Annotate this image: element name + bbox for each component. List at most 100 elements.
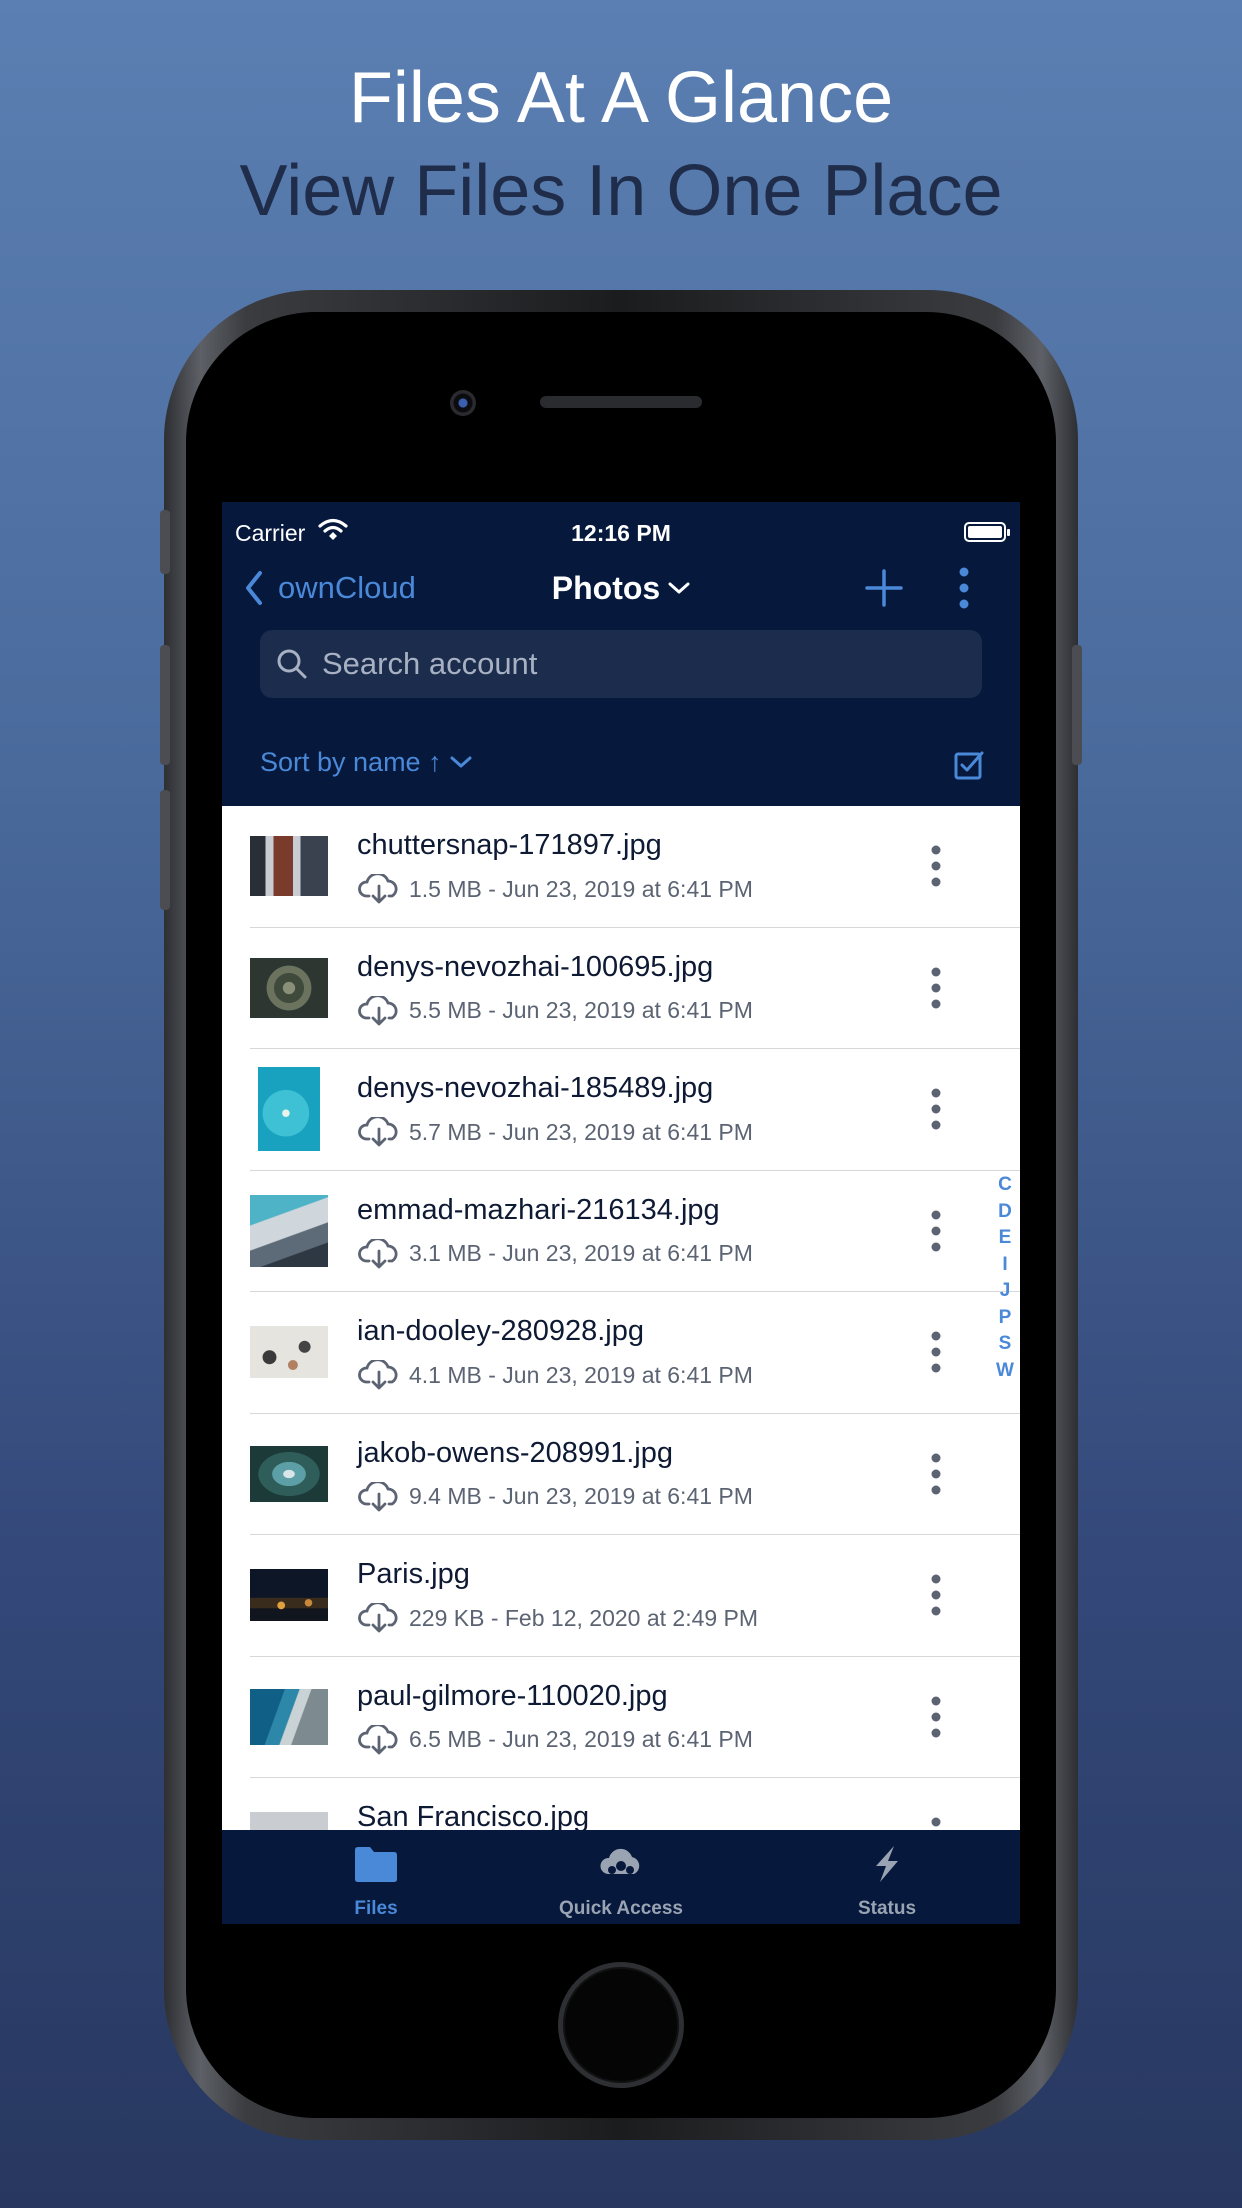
index-letter[interactable]: W [992,1358,1018,1385]
power-button [1072,645,1082,765]
home-button[interactable] [558,1962,684,2088]
file-thumbnail [250,1569,328,1621]
more-vertical-icon [931,845,941,887]
file-thumbnail [250,1688,328,1745]
index-letter[interactable]: D [992,1199,1018,1226]
file-row[interactable]: jakob-owens-208991.jpg 9.4 MB - Jun 23, … [222,1414,1020,1535]
file-actions-button[interactable] [926,1209,946,1258]
file-meta: 3.1 MB - Jun 23, 2019 at 6:41 PM [357,1238,753,1269]
tab-bar: Files Quick Access Status [222,1830,1020,1924]
volume-down-button [160,790,170,910]
file-actions-button[interactable] [926,966,946,1015]
file-meta: 5.7 MB - Jun 23, 2019 at 6:41 PM [357,1117,753,1147]
file-row[interactable]: emmad-mazhari-216134.jpg 3.1 MB - Jun 23… [222,1171,1020,1292]
file-name: ian-dooley-280928.jpg [357,1315,644,1347]
cloud-download-icon [358,1481,398,1511]
file-row[interactable]: denys-nevozhai-185489.jpg 5.7 MB - Jun 2… [222,1049,1020,1171]
checkbox-icon [954,751,984,780]
file-thumbnail [250,1194,328,1267]
file-name: Paris.jpg [357,1558,470,1590]
lightning-icon [876,1846,898,1882]
file-meta: 1.5 MB - Jun 23, 2019 at 6:41 PM [357,874,753,904]
search-input[interactable]: Search account [260,630,982,698]
file-meta: 6.5 MB - Jun 23, 2019 at 6:41 PM [357,1724,753,1755]
cloud-download-icon [358,1724,398,1754]
more-vertical-icon [931,967,941,1008]
file-actions-button[interactable] [926,1330,946,1379]
sort-button[interactable]: Sort by name ↑ [260,742,472,782]
more-vertical-icon [959,567,969,609]
index-letter[interactable]: I [992,1252,1018,1279]
more-vertical-icon [931,1453,941,1494]
file-list: chuttersnap-171897.jpg 1.5 MB - Jun 23, … [222,806,1020,1900]
file-name: denys-nevozhai-185489.jpg [357,1072,714,1104]
more-vertical-icon [931,1210,941,1251]
folder-icon [355,1847,397,1882]
file-row[interactable]: denys-nevozhai-100695.jpg 5.5 MB - Jun 2… [222,928,1020,1049]
more-vertical-icon [931,1088,941,1130]
file-meta: 9.4 MB - Jun 23, 2019 at 6:41 PM [357,1481,753,1512]
file-size-date: 1.5 MB - Jun 23, 2019 at 6:41 PM [409,875,753,902]
file-size-date: 3.1 MB - Jun 23, 2019 at 6:41 PM [409,1240,753,1266]
file-actions-button[interactable] [926,844,946,893]
file-size-date: 9.4 MB - Jun 23, 2019 at 6:41 PM [409,1483,753,1509]
index-letter[interactable]: S [992,1331,1018,1358]
file-size-date: 6.5 MB - Jun 23, 2019 at 6:41 PM [409,1726,753,1752]
index-letter[interactable]: J [992,1278,1018,1305]
file-name: jakob-owens-208991.jpg [357,1436,673,1469]
select-items-button[interactable] [954,750,984,785]
clock: 12:16 PM [571,520,671,546]
cloud-icon [600,1848,640,1874]
file-size-date: 229 KB - Feb 12, 2020 at 2:49 PM [409,1604,759,1631]
add-button[interactable] [862,566,906,615]
plus-icon [865,569,903,607]
index-letter[interactable]: E [992,1225,1018,1252]
file-row[interactable]: ian-dooley-280928.jpg 4.1 MB - Jun 23, 2… [222,1292,1020,1414]
file-meta: 229 KB - Feb 12, 2020 at 2:49 PM [357,1603,758,1633]
cloud-download-icon [358,1603,398,1633]
file-size-date: 4.1 MB - Jun 23, 2019 at 6:41 PM [409,1361,753,1388]
file-row[interactable]: paul-gilmore-110020.jpg 6.5 MB - Jun 23,… [222,1657,1020,1778]
file-row[interactable]: chuttersnap-171897.jpg 1.5 MB - Jun 23, … [222,806,1020,928]
tab-status-label: Status [857,1898,917,1919]
sort-label: Sort by name ↑ [260,746,442,777]
cloud-download-icon [358,1238,398,1268]
index-letter[interactable]: P [992,1305,1018,1332]
file-thumbnail [250,1326,328,1378]
file-name: emmad-mazhari-216134.jpg [357,1193,720,1226]
search-icon [277,649,307,679]
file-size-date: 5.7 MB - Jun 23, 2019 at 6:41 PM [409,1118,753,1145]
more-options-button[interactable] [954,566,974,615]
more-vertical-icon [931,1331,941,1373]
tab-files[interactable]: Files [276,1830,476,1924]
file-meta: 5.5 MB - Jun 23, 2019 at 6:41 PM [357,995,753,1026]
section-index[interactable]: C D E I J P S W [992,1172,1018,1384]
file-name: paul-gilmore-110020.jpg [357,1679,668,1712]
status-bar: Carrier 12:16 PM [222,510,1020,550]
file-thumbnail [250,957,328,1018]
file-actions-button[interactable] [926,1452,946,1501]
file-actions-button[interactable] [926,1695,946,1744]
file-actions-button[interactable] [926,1087,946,1136]
chevron-down-icon [450,756,472,768]
file-name: denys-nevozhai-100695.jpg [357,950,714,983]
mute-switch [160,510,170,574]
file-actions-button[interactable] [926,1573,946,1622]
tab-status[interactable]: Status [787,1830,987,1924]
file-meta: 4.1 MB - Jun 23, 2019 at 6:41 PM [357,1360,753,1390]
file-thumbnail [250,836,328,896]
headline-subtitle: View Files In One Place [239,151,1003,231]
tab-quick-access[interactable]: Quick Access [521,1830,721,1924]
file-thumbnail [258,1067,320,1151]
earpiece-speaker [540,396,702,408]
cloud-download-icon [358,1360,398,1390]
tab-files-label: Files [354,1898,398,1919]
front-camera [450,390,476,416]
file-size-date: 5.5 MB - Jun 23, 2019 at 6:41 PM [409,997,753,1023]
index-letter[interactable]: C [992,1172,1018,1199]
file-row[interactable]: Paris.jpg 229 KB - Feb 12, 2020 at 2:49 … [222,1535,1020,1657]
more-vertical-icon [931,1696,941,1737]
file-name: chuttersnap-171897.jpg [357,829,662,861]
cloud-download-icon [358,1117,398,1147]
tab-quick-access-label: Quick Access [559,1898,683,1919]
